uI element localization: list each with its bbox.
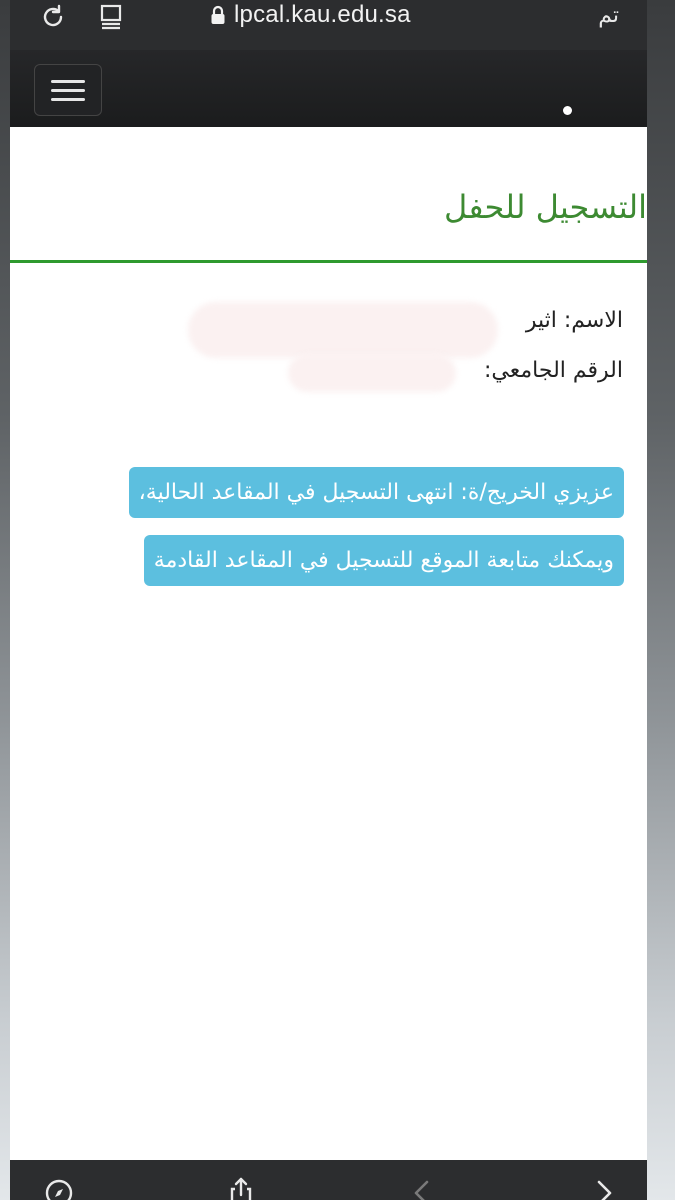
reload-button[interactable] <box>38 2 68 32</box>
hamburger-menu-icon <box>51 79 85 83</box>
url-field[interactable]: lpcal.kau.edu.sa <box>210 0 411 30</box>
reader-mode-button[interactable] <box>96 2 126 32</box>
registration-closed-notice: عزيزي الخريج/ة: انتهى التسجيل في المقاعد… <box>69 459 624 595</box>
lock-icon <box>211 5 225 24</box>
url-text: lpcal.kau.edu.sa <box>234 1 411 28</box>
page-title: التسجيل للحفل <box>444 188 647 226</box>
hamburger-menu-button[interactable] <box>34 64 102 116</box>
chevron-left-icon <box>414 1180 429 1200</box>
redaction-mark <box>288 354 456 392</box>
redaction-mark <box>188 302 498 358</box>
notice-text: عزيزي الخريج/ة: انتهى التسجيل في المقاعد… <box>128 467 624 586</box>
back-button[interactable] <box>406 1178 436 1200</box>
chevron-right-icon <box>597 1180 612 1200</box>
compass-icon <box>45 1179 73 1200</box>
safari-bottom-toolbar <box>10 1160 647 1200</box>
compass-button[interactable] <box>44 1178 74 1200</box>
reader-mode-icon <box>100 4 122 30</box>
site-header <box>10 50 647 127</box>
title-divider <box>10 260 647 263</box>
hamburger-menu-icon <box>51 97 85 101</box>
share-button[interactable] <box>226 1176 256 1200</box>
done-button[interactable]: تم <box>598 0 619 30</box>
hamburger-menu-icon <box>51 88 85 92</box>
student-id: الرقم الجامعي: <box>484 358 623 383</box>
safari-address-bar: lpcal.kau.edu.sa تم <box>10 0 647 50</box>
forward-button[interactable] <box>590 1178 620 1200</box>
student-name: الاسم: اثير <box>525 308 623 333</box>
reload-icon <box>43 4 63 27</box>
share-icon <box>230 1177 252 1200</box>
status-dot <box>563 106 572 115</box>
browser-viewport: lpcal.kau.edu.sa تم التسجيل للحفل الاسم:… <box>10 0 647 1200</box>
